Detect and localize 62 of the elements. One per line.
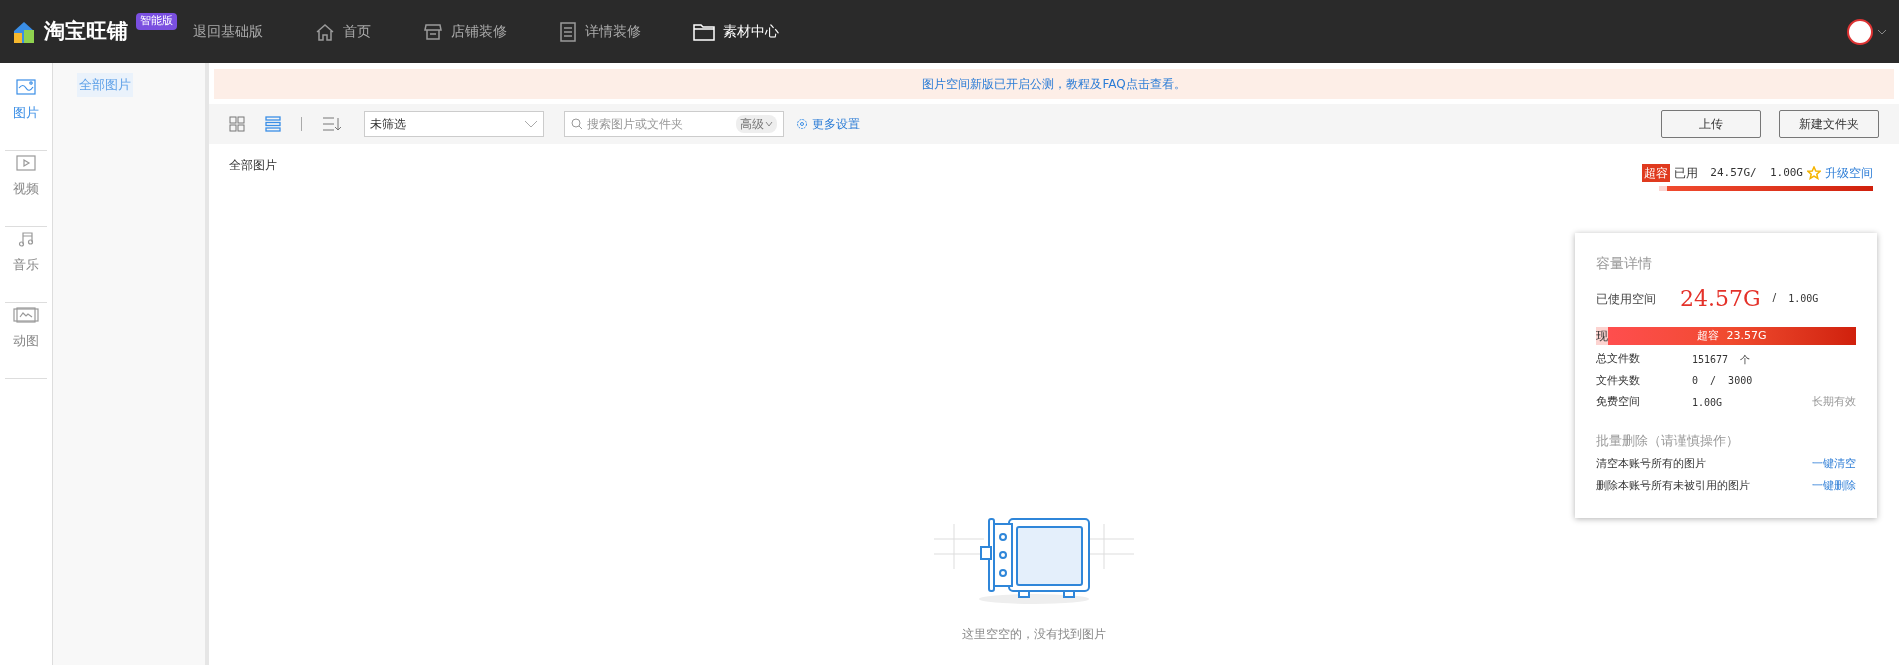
stat-value: 1.00G — [1692, 395, 1723, 410]
empty-message: 这里空空的，没有找到图片 — [962, 626, 1106, 643]
stat-value: 151677 个 — [1692, 352, 1751, 367]
used-amount: 24.57G/ 1.00G — [1710, 164, 1803, 181]
star-icon — [1807, 166, 1821, 180]
slash: / — [1772, 290, 1777, 307]
image-icon — [16, 79, 36, 95]
upgrade-link[interactable]: 升级空间 — [1825, 164, 1873, 182]
nav-item[interactable]: 首页 — [315, 21, 371, 42]
action-label: 清空本账号所有的图片 — [1596, 456, 1706, 472]
stat-label: 文件夹数 — [1596, 372, 1641, 389]
logo-text: 淘宝旺铺 — [44, 17, 128, 45]
edition-badge: 智能版 — [136, 13, 177, 30]
folder-icon — [693, 21, 715, 42]
advanced-dropdown[interactable]: 高级 — [736, 115, 777, 133]
action-link[interactable]: 一键删除 — [1812, 477, 1856, 494]
nav-item[interactable]: 详情装修 — [559, 21, 641, 42]
used-label: 已用 — [1674, 165, 1699, 182]
rail-item[interactable]: 音乐 — [5, 227, 47, 303]
search-field[interactable]: 搜索图片或文件夹 高级 — [564, 111, 784, 137]
breadcrumb: 全部图片 — [229, 157, 277, 174]
used-space-label: 已使用空间 — [1596, 290, 1657, 308]
list-view-icon[interactable] — [265, 116, 281, 132]
settings-icon — [796, 118, 808, 130]
chevron-down-icon[interactable] — [1877, 27, 1887, 36]
search-icon — [571, 118, 583, 130]
avatar[interactable] — [1847, 18, 1873, 45]
action-label: 删除本账号所有未被引用的图片 — [1596, 477, 1750, 494]
stat-value: 0 / 3000 — [1692, 374, 1753, 389]
rail-item[interactable]: 动图 — [5, 303, 47, 379]
popup-title: 容量详情 — [1596, 254, 1653, 273]
chevron-down-icon — [765, 121, 773, 127]
stat-label: 总文件数 — [1596, 351, 1641, 367]
notice-link[interactable]: 图片空间新版已开启公测，教程及FAQ点击查看。 — [922, 75, 1186, 93]
stat-label: 免费空间 — [1596, 394, 1641, 410]
music-note-icon — [18, 231, 34, 247]
rail-item[interactable]: 视频 — [5, 151, 47, 227]
overcapacity-amount: 超容 23.57G — [1697, 327, 1767, 344]
home-icon — [315, 21, 335, 42]
chevron-down-icon — [524, 120, 538, 128]
store-icon — [423, 21, 443, 42]
filter-dropdown[interactable]: 未筛选 — [364, 111, 544, 137]
play-icon — [16, 155, 36, 171]
toolbar-button[interactable]: 新建文件夹 — [1779, 110, 1879, 138]
nav-item[interactable]: 店铺装修 — [423, 21, 507, 42]
more-settings-link[interactable]: 更多设置 — [796, 115, 860, 133]
toolbar-button[interactable]: 上传 — [1661, 110, 1761, 138]
action-link[interactable]: 一键清空 — [1812, 456, 1856, 473]
back-link[interactable]: 退回基础版 — [193, 21, 263, 42]
nav-item[interactable]: 素材中心 — [693, 21, 779, 42]
bulk-delete-title: 批量删除（请谨慎操作） — [1596, 431, 1740, 450]
document-icon — [559, 21, 577, 42]
grid-view-icon[interactable] — [229, 116, 245, 132]
animation-icon — [13, 307, 39, 323]
sort-icon[interactable] — [322, 116, 342, 132]
stat-note: 长期有效 — [1812, 394, 1856, 410]
folder-item[interactable]: 全部图片 — [77, 73, 133, 97]
current-label: 现 — [1596, 327, 1608, 345]
rail-item[interactable]: 图片 — [5, 75, 47, 151]
total-space: 1.00G — [1788, 292, 1819, 306]
overcapacity-badge: 超容 — [1642, 164, 1671, 182]
used-space-value: 24.57G — [1680, 285, 1761, 313]
